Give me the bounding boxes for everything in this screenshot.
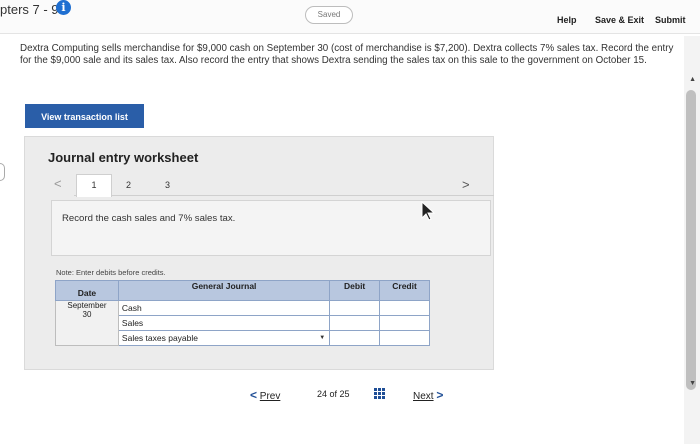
date-cell[interactable]: September 30	[55, 300, 119, 346]
worksheet-title: Journal entry worksheet	[48, 150, 199, 165]
credit-input[interactable]	[379, 330, 430, 346]
account-name: Sales taxes payable	[121, 333, 198, 343]
scroll-thumb[interactable]	[686, 90, 696, 390]
worksheet-tab-1[interactable]: 1	[76, 174, 112, 197]
chevron-left-icon: <	[250, 388, 258, 402]
left-collapsed-tab[interactable]	[0, 163, 5, 181]
date-day: 30	[82, 310, 92, 319]
help-link[interactable]: Help	[557, 15, 577, 25]
chevron-left-icon[interactable]: <	[54, 176, 62, 191]
problem-prompt: Dextra Computing sells merchandise for $…	[20, 43, 674, 66]
debit-input[interactable]	[329, 330, 381, 346]
view-transaction-list-button[interactable]: View transaction list	[25, 104, 144, 128]
account-name: Cash	[121, 303, 142, 313]
worksheet-tab-3[interactable]: 3	[165, 180, 170, 190]
info-icon[interactable]: i	[56, 0, 71, 15]
debit-column-header: Debit	[329, 280, 381, 301]
credit-input[interactable]	[379, 300, 430, 316]
chevron-right-icon: >	[436, 388, 444, 402]
transaction-description: Record the cash sales and 7% sales tax.	[62, 213, 236, 224]
journal-table: Date General Journal Debit Credit Septem…	[55, 280, 430, 346]
date-column-header: Date	[55, 280, 119, 301]
debit-input[interactable]	[329, 300, 381, 316]
chapter-label: pters 7 - 9	[0, 2, 59, 17]
chevron-down-icon[interactable]: ▼	[319, 335, 325, 341]
general-journal-column-header: General Journal	[117, 280, 331, 301]
debit-credit-note: Note: Enter debits before credits.	[56, 268, 166, 277]
next-label: Next	[413, 391, 434, 402]
saved-status: Saved	[305, 6, 353, 24]
grid-icon[interactable]	[374, 388, 385, 399]
top-bar: pters 7 - 9 i Saved Help Save & Exit Sub…	[0, 0, 700, 34]
table-row: September 30 Cash	[55, 300, 430, 346]
prev-label: Prev	[259, 391, 281, 402]
submit-link[interactable]: Submit	[655, 15, 686, 25]
cursor-icon	[421, 201, 435, 221]
account-select[interactable]: Sales	[117, 315, 331, 331]
save-exit-link[interactable]: Save & Exit	[595, 15, 644, 25]
next-button[interactable]: Next >	[413, 388, 443, 402]
worksheet-tab-2[interactable]: 2	[126, 180, 131, 190]
account-name: Sales	[121, 318, 144, 328]
question-counter: 24 of 25	[317, 389, 350, 399]
credit-input[interactable]	[379, 315, 430, 331]
worksheet-tab-strip	[74, 174, 494, 196]
chevron-right-icon[interactable]: >	[462, 177, 470, 192]
date-month: September	[67, 301, 107, 310]
account-select[interactable]: Sales taxes payable ▼	[117, 330, 331, 346]
scroll-down-icon[interactable]: ▼	[689, 380, 696, 387]
credit-column-header: Credit	[379, 280, 430, 301]
prev-button[interactable]: < Prev	[250, 388, 280, 402]
account-select[interactable]: Cash	[117, 300, 331, 316]
debit-input[interactable]	[329, 315, 381, 331]
page-scrollbar[interactable]: ▲ ▼	[684, 36, 700, 444]
scroll-up-icon[interactable]: ▲	[689, 76, 696, 83]
